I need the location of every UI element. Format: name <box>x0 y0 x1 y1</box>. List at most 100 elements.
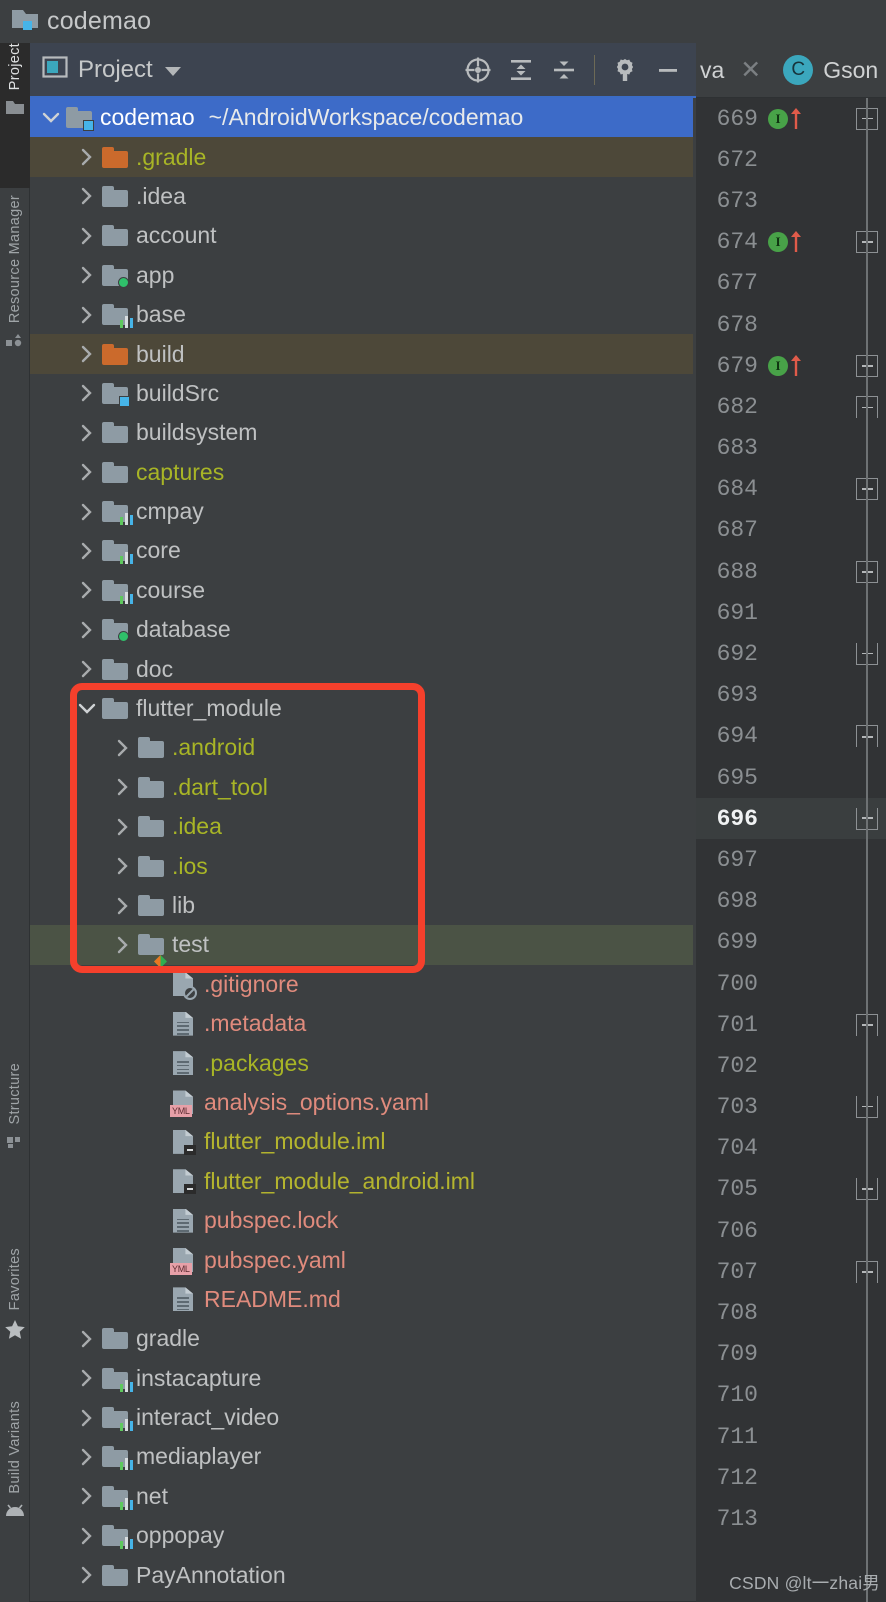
gutter-line[interactable]: 707 <box>696 1251 886 1292</box>
gutter-line[interactable]: 705 <box>696 1169 886 1210</box>
gutter-line[interactable]: 684 <box>696 469 886 510</box>
gutter-line[interactable]: 700 <box>696 963 886 1004</box>
tree-row[interactable]: .metadata <box>30 1004 696 1043</box>
editor-gutter[interactable]: 669 I 672 673 674 I 677 678 679 I 682 683 684 687 688 6… <box>696 98 886 1602</box>
gutter-line[interactable]: 669 I <box>696 98 886 139</box>
gutter-line[interactable]: 683 <box>696 428 886 469</box>
chevron-right-icon[interactable] <box>74 147 100 167</box>
chevron-right-icon[interactable] <box>110 935 136 955</box>
gutter-line[interactable]: 710 <box>696 1375 886 1416</box>
chevron-right-icon[interactable] <box>74 305 100 325</box>
tree-row[interactable]: .ios <box>30 846 696 885</box>
gutter-line[interactable]: 692 <box>696 633 886 674</box>
gutter-line[interactable]: 709 <box>696 1334 886 1375</box>
tree-row[interactable]: interact_video <box>30 1398 696 1437</box>
project-view-icon[interactable] <box>42 54 68 85</box>
chevron-right-icon[interactable] <box>74 344 100 364</box>
chevron-right-icon[interactable] <box>110 896 136 916</box>
gutter-line[interactable]: 712 <box>696 1457 886 1498</box>
tree-row[interactable]: lib <box>30 886 696 925</box>
chevron-right-icon[interactable] <box>74 186 100 206</box>
tree-row[interactable]: buildSrc <box>30 374 696 413</box>
tree-row[interactable]: pubspec.lock <box>30 1201 696 1240</box>
tree-row[interactable]: .android <box>30 728 696 767</box>
sidebar-item-structure[interactable]: Structure <box>0 1063 30 1243</box>
tree-row[interactable]: codemao ~/AndroidWorkspace/codemao <box>30 98 696 138</box>
gutter-line[interactable]: 697 <box>696 839 886 880</box>
editor-tab-gson[interactable]: Gson <box>823 57 878 84</box>
gutter-line[interactable]: 704 <box>696 1128 886 1169</box>
chevron-right-icon[interactable] <box>110 817 136 837</box>
chevron-right-icon[interactable] <box>110 777 136 797</box>
select-opened-file-icon[interactable] <box>458 50 498 90</box>
chevron-right-icon[interactable] <box>110 856 136 876</box>
close-icon[interactable]: ✕ <box>740 55 761 85</box>
tree-row[interactable]: instacapture <box>30 1359 696 1398</box>
tree-row[interactable]: .gitignore <box>30 965 696 1004</box>
tree-row[interactable]: database <box>30 610 696 649</box>
chevron-right-icon[interactable] <box>74 620 100 640</box>
gutter-line[interactable]: 699 <box>696 922 886 963</box>
tree-row[interactable]: YML pubspec.yaml <box>30 1240 696 1279</box>
chevron-right-icon[interactable] <box>74 1565 100 1585</box>
tree-row[interactable]: cmpay <box>30 492 696 531</box>
tree-row[interactable]: oppopay <box>30 1516 696 1555</box>
gutter-line[interactable]: 695 <box>696 757 886 798</box>
chevron-down-icon[interactable] <box>74 702 100 716</box>
tree-row[interactable]: PayAnnotation <box>30 1555 696 1594</box>
chevron-right-icon[interactable] <box>74 462 100 482</box>
chevron-right-icon[interactable] <box>74 1486 100 1506</box>
tree-row[interactable]: README.md <box>30 1280 696 1319</box>
chevron-right-icon[interactable] <box>74 226 100 246</box>
chevron-right-icon[interactable] <box>74 1447 100 1467</box>
chevron-right-icon[interactable] <box>74 1526 100 1546</box>
expand-all-icon[interactable] <box>501 50 541 90</box>
tree-row[interactable]: core <box>30 531 696 570</box>
tree-row[interactable]: base <box>30 295 696 334</box>
tree-row[interactable]: mediaplayer <box>30 1437 696 1476</box>
gutter-line[interactable]: 711 <box>696 1416 886 1457</box>
tree-row[interactable]: captures <box>30 453 696 492</box>
gutter-line[interactable]: 703 <box>696 1087 886 1128</box>
project-tree[interactable]: codemao ~/AndroidWorkspace/codemao .gradle… <box>30 98 696 1600</box>
implementing-method-icon[interactable]: I <box>768 355 788 376</box>
sidebar-item-build-variants[interactable]: Build Variants <box>0 1401 30 1601</box>
chevron-right-icon[interactable] <box>74 383 100 403</box>
implementing-method-icon[interactable]: I <box>768 108 788 129</box>
gutter-line[interactable]: 679 I <box>696 345 886 386</box>
tree-row[interactable]: flutter_module.iml <box>30 1122 696 1161</box>
tree-row[interactable]: .gradle <box>30 137 696 177</box>
gutter-line[interactable]: 687 <box>696 510 886 551</box>
tree-row[interactable]: YML analysis_options.yaml <box>30 1083 696 1122</box>
gutter-line[interactable]: 678 <box>696 304 886 345</box>
tree-row[interactable]: test <box>30 925 696 969</box>
chevron-down-icon[interactable] <box>164 66 181 76</box>
chevron-right-icon[interactable] <box>74 502 100 522</box>
tree-row[interactable]: .packages <box>30 1043 696 1082</box>
gutter-line[interactable]: 691 <box>696 592 886 633</box>
gutter-line[interactable]: 702 <box>696 1045 886 1086</box>
editor-tab-truncated-label[interactable]: va <box>700 57 724 84</box>
chevron-right-icon[interactable] <box>74 541 100 561</box>
gutter-line[interactable]: 672 <box>696 139 886 180</box>
gutter-line[interactable]: 696 <box>696 798 886 840</box>
sidebar-item-favorites[interactable]: Favorites <box>0 1248 30 1393</box>
tree-row[interactable]: flutter_module <box>30 689 696 728</box>
gutter-line[interactable]: 688 <box>696 551 886 592</box>
sidebar-item-project[interactable]: Project <box>0 43 30 188</box>
chevron-right-icon[interactable] <box>74 580 100 600</box>
hide-minimize-icon[interactable] <box>648 50 688 90</box>
settings-gear-icon[interactable] <box>605 50 645 90</box>
tree-row[interactable]: flutter_module_android.iml <box>30 1162 696 1201</box>
tree-row[interactable]: buildsystem <box>30 413 696 452</box>
gutter-line[interactable]: 682 <box>696 386 886 427</box>
gutter-line[interactable]: 673 <box>696 180 886 221</box>
tree-row[interactable]: .idea <box>30 177 696 216</box>
gutter-line[interactable]: 674 I <box>696 222 886 263</box>
chevron-right-icon[interactable] <box>74 423 100 443</box>
collapse-all-icon[interactable] <box>544 50 584 90</box>
tree-row[interactable]: course <box>30 571 696 610</box>
gutter-line[interactable]: 698 <box>696 881 886 922</box>
tree-row[interactable]: gradle <box>30 1319 696 1358</box>
implementing-method-icon[interactable]: I <box>768 232 788 253</box>
